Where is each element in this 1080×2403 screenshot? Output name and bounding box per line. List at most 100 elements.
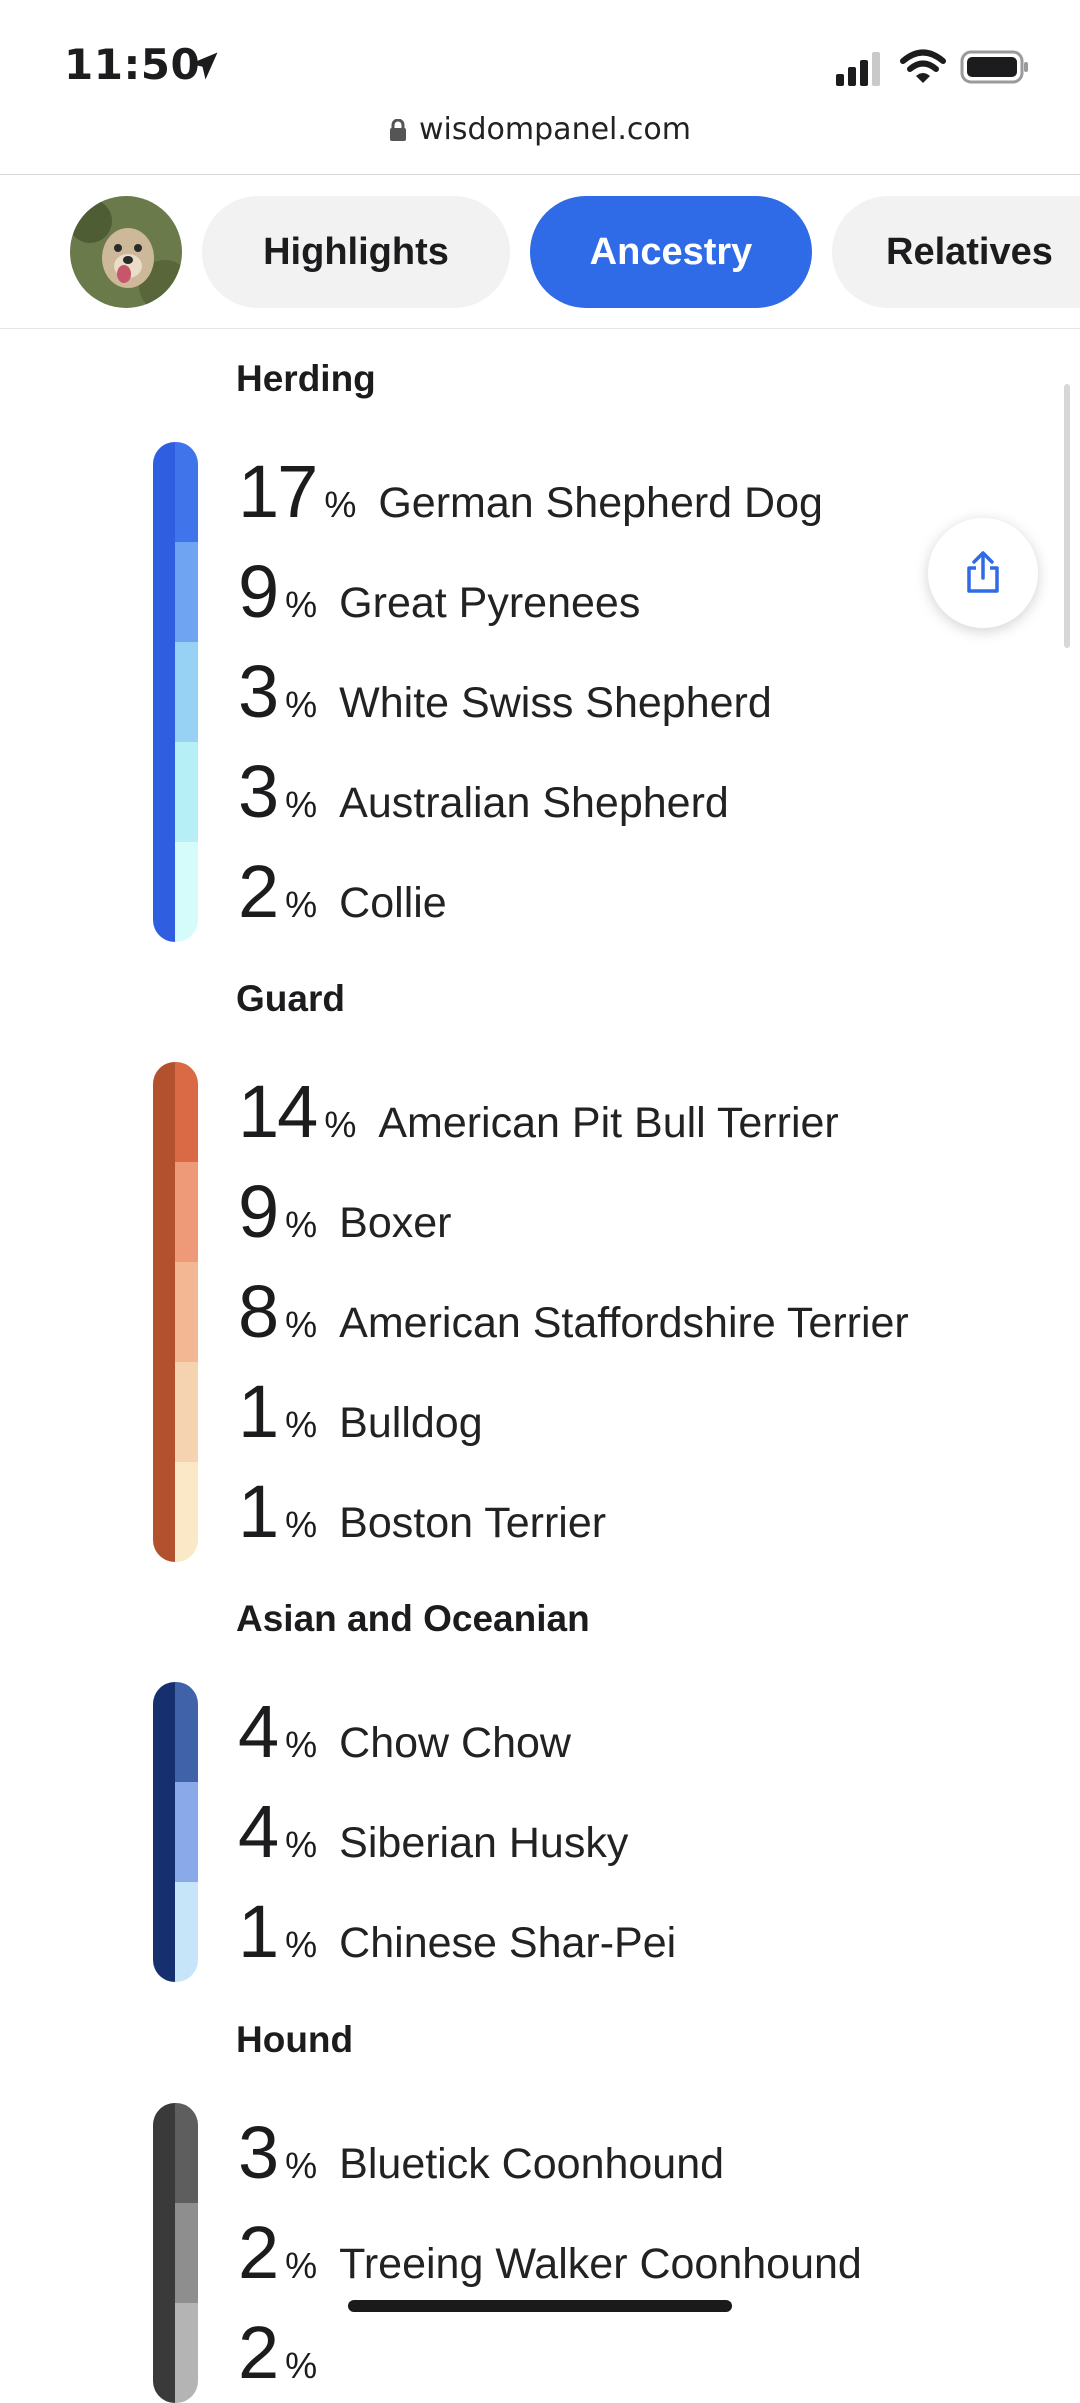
percent-sign: % [285, 1824, 318, 1865]
breed-row[interactable]: 2% [238, 2303, 339, 2403]
breed-row[interactable]: 4% Siberian Husky [238, 1782, 628, 1882]
url-text: wisdompanel.com [419, 112, 691, 147]
tab-highlights[interactable]: Highlights [202, 196, 510, 308]
percent-sign: % [285, 1924, 318, 1965]
breed-row[interactable]: 17% German Shepherd Dog [238, 442, 823, 542]
ancestry-color-bar [153, 1062, 198, 1562]
breed-name: Boston Terrier [339, 1499, 607, 1547]
location-arrow-icon [190, 52, 218, 80]
percent-sign: % [324, 1104, 357, 1145]
breed-row[interactable]: 9% Boxer [238, 1162, 452, 1262]
ancestry-color-bar [153, 1682, 198, 1982]
percent-sign: % [285, 1404, 318, 1445]
breed-row[interactable]: 9% Great Pyrenees [238, 542, 640, 642]
breed-color-segment [175, 1162, 198, 1262]
breed-name: Siberian Husky [339, 1819, 629, 1867]
breed-row[interactable]: 1% Bulldog [238, 1362, 483, 1462]
tab-bar: Highlights Ancestry Relatives [0, 196, 1080, 308]
breed-color-segment [175, 1882, 198, 1982]
breed-name: Australian Shepherd [339, 779, 729, 827]
breed-color-segment [175, 2303, 198, 2403]
section-title: Asian and Oceanian [236, 1598, 590, 1639]
breed-row[interactable]: 3% Bluetick Coonhound [238, 2103, 724, 2203]
share-button[interactable] [928, 518, 1038, 628]
dog-photo-image [70, 196, 182, 308]
status-bar: 11:50 wisdompanel.com [0, 0, 1080, 147]
breed-color-segment [175, 1062, 198, 1162]
breed-percent: 14 [238, 1070, 318, 1153]
percent-sign: % [324, 484, 357, 525]
breed-row[interactable]: 8% American Staffordshire Terrier [238, 1262, 909, 1362]
breed-name: White Swiss Shepherd [339, 679, 772, 727]
tab-ancestry[interactable]: Ancestry [530, 196, 812, 308]
breed-color-segment [175, 2203, 198, 2303]
breed-name: Collie [339, 879, 447, 927]
percent-sign: % [285, 584, 318, 625]
breed-row[interactable]: 3% White Swiss Shepherd [238, 642, 772, 742]
breed-percent: 8 [238, 1270, 279, 1353]
breed-name: German Shepherd Dog [378, 479, 823, 527]
breed-name: American Pit Bull Terrier [378, 1099, 839, 1147]
breed-name: Chow Chow [339, 1719, 571, 1767]
breed-name: American Staffordshire Terrier [339, 1299, 909, 1347]
tabs-divider [0, 328, 1080, 329]
breed-percent: 4 [238, 1690, 279, 1773]
breed-name: Bulldog [339, 1399, 483, 1447]
breed-row[interactable]: 1% Boston Terrier [238, 1462, 606, 1562]
breed-percent: 1 [238, 1470, 279, 1553]
percent-sign: % [285, 784, 318, 825]
breed-name: Boxer [339, 1199, 452, 1247]
percent-sign: % [285, 2245, 318, 2286]
breed-name: Bluetick Coonhound [339, 2140, 725, 2188]
tab-relatives[interactable]: Relatives [832, 196, 1080, 308]
group-color-strip [153, 2103, 175, 2403]
breed-color-segment [175, 1362, 198, 1462]
breed-percent: 3 [238, 650, 279, 733]
wifi-icon [900, 49, 946, 83]
breed-row[interactable]: 1% Chinese Shar-Pei [238, 1882, 676, 1982]
cellular-signal-icon [836, 52, 880, 86]
breed-color-segment [175, 2103, 198, 2203]
breed-percent: 2 [238, 850, 279, 933]
breed-name: Great Pyrenees [339, 579, 641, 627]
breed-percent: 2 [238, 2311, 279, 2394]
percent-sign: % [285, 2345, 318, 2386]
dog-avatar[interactable] [70, 196, 182, 308]
status-time: 11:50 [64, 40, 201, 89]
section-title: Herding [236, 358, 376, 399]
breed-percent: 9 [238, 1170, 279, 1253]
address-bar-divider [0, 174, 1080, 175]
breed-color-segment [175, 542, 198, 642]
breed-percent: 2 [238, 2211, 279, 2294]
breed-percent: 9 [238, 550, 279, 633]
breed-name: Treeing Walker Coonhound [339, 2240, 862, 2288]
breed-color-segment [175, 442, 198, 542]
breed-row[interactable]: 14% American Pit Bull Terrier [238, 1062, 839, 1162]
section-title: Guard [236, 978, 345, 1019]
ancestry-color-bar [153, 442, 198, 942]
breed-percent: 4 [238, 1790, 279, 1873]
home-indicator [348, 2300, 732, 2312]
percent-sign: % [285, 1204, 318, 1245]
breed-percent: 3 [238, 750, 279, 833]
breed-name: Chinese Shar-Pei [339, 1919, 677, 1967]
breed-color-segment [175, 1462, 198, 1562]
breed-color-segment [175, 1682, 198, 1782]
breed-percent: 3 [238, 2111, 279, 2194]
breed-row[interactable]: 2% Treeing Walker Coonhound [238, 2203, 862, 2303]
group-color-strip [153, 1682, 175, 1982]
breed-row[interactable]: 2% Collie [238, 842, 447, 942]
percent-sign: % [285, 684, 318, 725]
breed-percent: 1 [238, 1370, 279, 1453]
address-bar[interactable]: wisdompanel.com [0, 112, 1080, 147]
section-title: Hound [236, 2019, 354, 2060]
percent-sign: % [285, 2145, 318, 2186]
breed-percent: 17 [238, 450, 318, 533]
lock-icon [390, 119, 407, 141]
breed-percent: 1 [238, 1890, 279, 1973]
breed-row[interactable]: 3% Australian Shepherd [238, 742, 729, 842]
breed-row[interactable]: 4% Chow Chow [238, 1682, 571, 1782]
ancestry-color-bar [153, 2103, 198, 2403]
scrollbar[interactable] [1064, 384, 1070, 648]
breed-color-segment [175, 642, 198, 742]
